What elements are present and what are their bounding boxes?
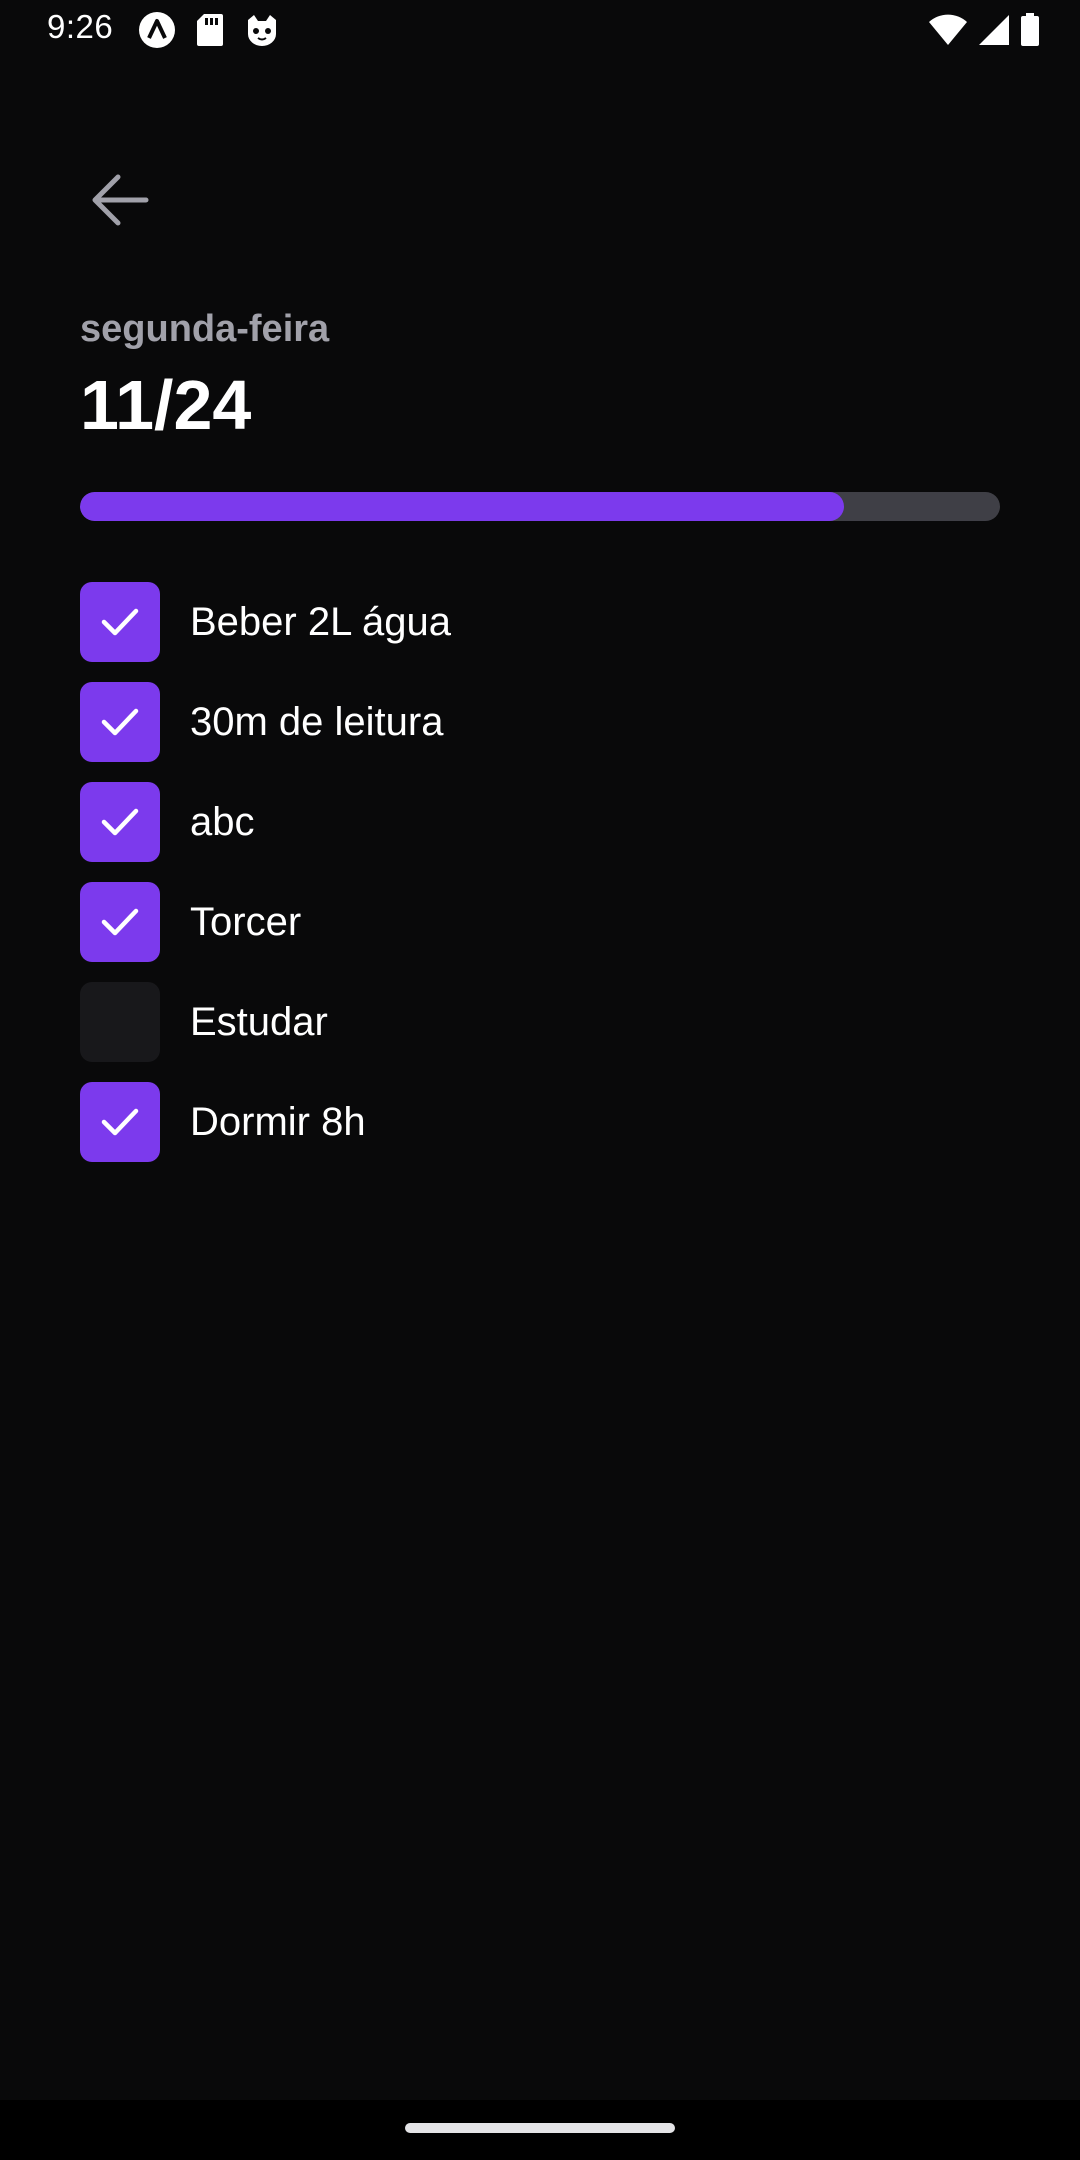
habit-label: Dormir 8h bbox=[190, 1099, 366, 1144]
habit-label: 30m de leitura bbox=[190, 699, 444, 744]
habit-label: Beber 2L água bbox=[190, 599, 451, 644]
habit-list: Beber 2L água 30m de leitura abc Torcer … bbox=[80, 582, 1000, 1182]
habit-item[interactable]: Estudar bbox=[80, 982, 1000, 1062]
habit-label: Estudar bbox=[190, 999, 328, 1044]
progress-bar-fill bbox=[80, 492, 844, 521]
habit-label: abc bbox=[190, 799, 255, 844]
habit-item[interactable]: Beber 2L água bbox=[80, 582, 1000, 662]
sd-card-icon bbox=[196, 13, 224, 47]
habit-checkbox[interactable] bbox=[80, 582, 160, 662]
status-time: 9:26 bbox=[47, 8, 114, 45]
status-system-icons bbox=[928, 12, 1040, 48]
habit-checkbox[interactable] bbox=[80, 982, 160, 1062]
habit-item[interactable]: Torcer bbox=[80, 882, 1000, 962]
home-indicator[interactable] bbox=[405, 2123, 675, 2133]
habit-item[interactable]: Dormir 8h bbox=[80, 1082, 1000, 1162]
habit-checkbox[interactable] bbox=[80, 782, 160, 862]
habit-checkbox[interactable] bbox=[80, 682, 160, 762]
cat-face-icon bbox=[244, 12, 280, 48]
arrow-left-icon bbox=[91, 174, 149, 226]
battery-icon bbox=[1020, 13, 1040, 47]
app-logo-icon bbox=[138, 11, 176, 49]
cellular-signal-icon bbox=[978, 14, 1010, 46]
status-bar: 9:26 bbox=[0, 0, 1080, 60]
check-icon bbox=[101, 1108, 139, 1136]
habit-checkbox[interactable] bbox=[80, 882, 160, 962]
check-icon bbox=[101, 608, 139, 636]
habit-checkbox[interactable] bbox=[80, 1082, 160, 1162]
wifi-icon bbox=[928, 14, 968, 46]
check-icon bbox=[101, 808, 139, 836]
check-icon bbox=[101, 908, 139, 936]
habit-label: Torcer bbox=[190, 899, 302, 944]
progress-bar bbox=[80, 492, 1000, 521]
weekday-label: segunda-feira bbox=[80, 308, 330, 350]
check-icon bbox=[101, 708, 139, 736]
status-notification-icons bbox=[138, 10, 280, 50]
page-title: 11/24 bbox=[80, 366, 252, 444]
habit-item[interactable]: abc bbox=[80, 782, 1000, 862]
back-button[interactable] bbox=[80, 160, 160, 240]
habit-item[interactable]: 30m de leitura bbox=[80, 682, 1000, 762]
